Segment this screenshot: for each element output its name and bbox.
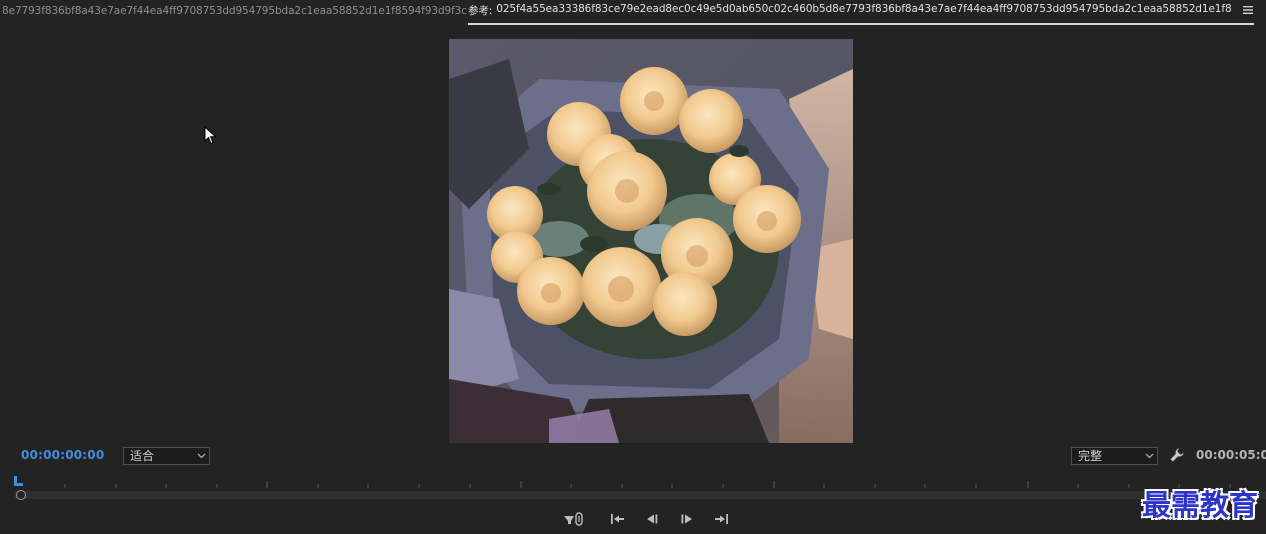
reference-tab[interactable]: 参考: 025f4a55ea33386f83ce79e2ead8ec0c49e5d… [468,3,1254,25]
step-back-icon[interactable] [643,512,661,526]
duration-timecode: 00:00:05:00 [1196,448,1266,462]
fit-select-value: 适合 [130,449,155,463]
fit-select[interactable]: 适合 [123,447,210,465]
zoom-scrollbar[interactable] [14,491,1266,499]
export-frame-icon[interactable] [563,512,585,526]
program-monitor-panel: 8e7793f836bf8a43e7ae7f44ea4ff9708753dd95… [0,0,1266,534]
mouse-cursor-icon [204,126,217,145]
step-forward-icon[interactable] [678,512,696,526]
source-tab[interactable]: 8e7793f836bf8a43e7ae7f44ea4ff9708753dd95… [2,5,467,17]
go-to-out-icon[interactable] [712,512,730,526]
quality-select-value: 完整 [1078,449,1103,463]
playhead-icon[interactable] [14,476,23,486]
zoom-scrollbar-handle[interactable] [16,490,26,500]
chevron-down-icon [197,448,206,470]
reference-tab-name: 025f4a55ea33386f83ce79e2ead8ec0c49e5d0ab… [496,3,1232,15]
reference-tab-prefix: 参考: [468,5,493,17]
wrench-icon[interactable] [1169,447,1185,463]
video-preview[interactable] [449,39,853,443]
chevron-down-icon [1145,448,1154,470]
hamburger-menu-icon[interactable] [1241,4,1255,18]
watermark-logo: 最需教育 [1142,488,1259,522]
bouquet-image [449,39,853,443]
go-to-in-icon[interactable] [609,512,627,526]
time-ruler[interactable] [14,476,1266,488]
quality-select[interactable]: 完整 [1071,447,1158,465]
current-timecode[interactable]: 00:00:00:00 [21,448,104,462]
